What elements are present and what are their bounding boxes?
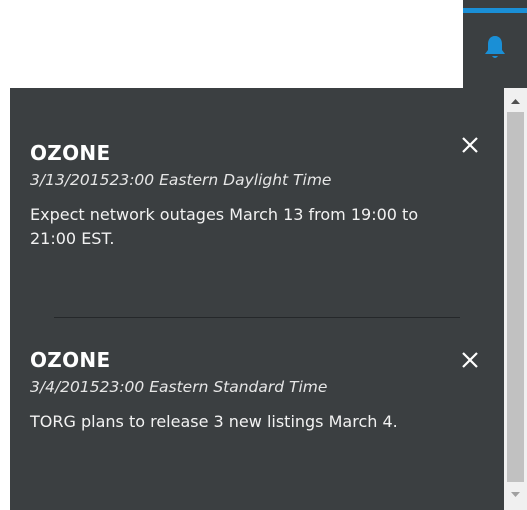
- scroll-down-arrow-icon[interactable]: [504, 484, 527, 506]
- close-icon[interactable]: [459, 134, 481, 156]
- notification-message: Expect network outages March 13 from 19:…: [30, 205, 419, 248]
- notification-message: TORG plans to release 3 new listings Mar…: [30, 412, 398, 431]
- notification-divider: [54, 317, 460, 318]
- scrollbar[interactable]: [504, 88, 527, 510]
- notifications-tab[interactable]: [463, 0, 527, 88]
- scrollbar-thumb[interactable]: [507, 112, 524, 482]
- notification-item: OZONE 3/13/201523:00 Eastern Daylight Ti…: [30, 140, 490, 251]
- notification-date: 3/13/201523:00 Eastern Daylight Time: [30, 171, 332, 189]
- bell-icon[interactable]: [483, 34, 507, 62]
- notifications-panel: OZONE 3/13/201523:00 Eastern Daylight Ti…: [10, 88, 527, 510]
- notification-item: OZONE 3/4/201523:00 Eastern Standard Tim…: [30, 347, 490, 434]
- notification-title: OZONE: [30, 348, 111, 372]
- notifications-list: OZONE 3/13/201523:00 Eastern Daylight Ti…: [10, 88, 504, 510]
- notification-date: 3/4/201523:00 Eastern Standard Time: [30, 378, 328, 396]
- notification-title: OZONE: [30, 141, 111, 165]
- close-icon[interactable]: [459, 349, 481, 371]
- scroll-up-arrow-icon[interactable]: [504, 90, 527, 112]
- tab-accent-bar: [463, 8, 527, 13]
